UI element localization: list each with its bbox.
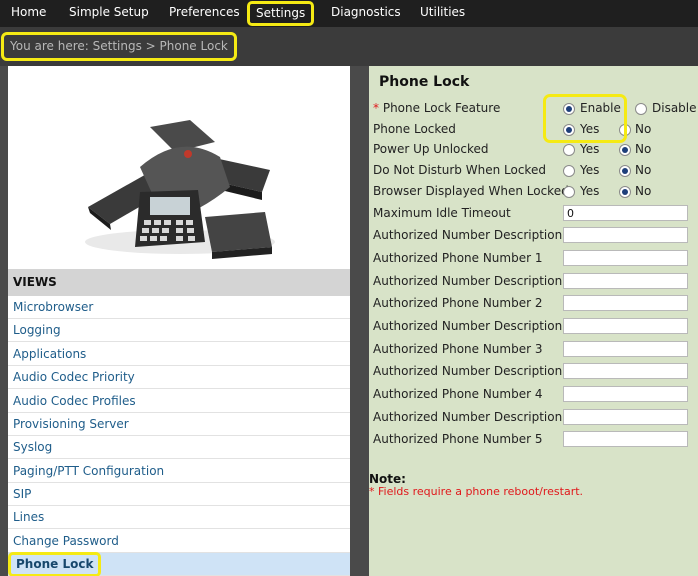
phone-locked-label: Phone Locked <box>373 122 456 136</box>
view-item-audio-codec-profiles[interactable]: Audio Codec Profiles <box>8 390 350 413</box>
power-up-unlocked-yes-label: Yes <box>580 142 600 156</box>
auth-phone-number-1-input[interactable] <box>563 250 688 266</box>
auth-phone-number-5-label: Authorized Phone Number 5 <box>373 432 543 446</box>
auth-number-description-4-input[interactable] <box>563 363 688 379</box>
view-item-syslog[interactable]: Syslog <box>8 436 350 459</box>
nav-utilities[interactable]: Utilities <box>420 5 465 19</box>
view-item-paging-ptt-configuration[interactable]: Paging/PTT Configuration <box>8 460 350 483</box>
browser-displayed-no-label: No <box>635 184 652 198</box>
dnd-when-locked-label: Do Not Disturb When Locked <box>373 163 546 177</box>
auth-phone-number-3-label: Authorized Phone Number 3 <box>373 342 543 356</box>
view-item-microbrowser[interactable]: Microbrowser <box>8 296 350 319</box>
auth-number-description-2-label: Authorized Number Description 2 <box>373 274 574 288</box>
dnd-when-locked-yes-label: Yes <box>580 163 600 177</box>
phone-lock-feature-disable-label: Disable <box>652 101 697 115</box>
power-up-unlocked-no-radio[interactable] <box>619 144 631 156</box>
power-up-unlocked-no-label: No <box>635 142 652 156</box>
view-item-sip[interactable]: SIP <box>8 483 350 506</box>
auth-number-description-1-label: Authorized Number Description 1 <box>373 228 574 242</box>
auth-phone-number-2-input[interactable] <box>563 295 688 311</box>
view-item-logging[interactable]: Logging <box>8 319 350 342</box>
nav-settings[interactable]: Settings <box>247 1 315 26</box>
phone-lock-form: Phone Lock * Phone Lock Feature Enable D… <box>369 66 698 576</box>
page-title: Phone Lock <box>379 74 470 90</box>
left-panel: VIEWS Microbrowser Logging Applications … <box>8 66 350 576</box>
view-item-provisioning-server[interactable]: Provisioning Server <box>8 413 350 436</box>
browser-displayed-no-radio[interactable] <box>619 186 631 198</box>
auth-number-description-5-input[interactable] <box>563 409 688 425</box>
power-up-unlocked-yes-radio[interactable] <box>563 144 575 156</box>
browser-displayed-yes-radio[interactable] <box>563 186 575 198</box>
browser-displayed-label: Browser Displayed When Locked <box>373 184 569 198</box>
nav-simple-setup[interactable]: Simple Setup <box>69 5 149 19</box>
power-up-unlocked-label: Power Up Unlocked <box>373 142 489 156</box>
nav-diagnostics[interactable]: Diagnostics <box>331 5 401 19</box>
dnd-when-locked-yes-radio[interactable] <box>563 165 575 177</box>
phone-lock-feature-label: * Phone Lock Feature <box>373 101 500 115</box>
dnd-when-locked-no-label: No <box>635 163 652 177</box>
note-heading: Note: <box>369 472 406 486</box>
auth-number-description-3-label: Authorized Number Description 3 <box>373 319 574 333</box>
phone-lock-feature-disable-radio[interactable] <box>635 103 647 115</box>
phone-lock-feature-text: Phone Lock Feature <box>382 101 501 115</box>
highlight-annotation <box>543 94 627 143</box>
auth-number-description-4-label: Authorized Number Description 4 <box>373 364 574 378</box>
auth-number-description-1-input[interactable] <box>563 227 688 243</box>
top-nav: Home Simple Setup Preferences Settings D… <box>0 0 698 27</box>
views-heading: VIEWS <box>8 269 350 296</box>
dnd-when-locked-no-radio[interactable] <box>619 165 631 177</box>
view-item-change-password[interactable]: Change Password <box>8 530 350 553</box>
auth-number-description-3-input[interactable] <box>563 318 688 334</box>
breadcrumb: You are here: Settings > Phone Lock <box>1 32 237 61</box>
view-item-lines[interactable]: Lines <box>8 506 350 529</box>
phone-locked-no-label: No <box>635 122 652 136</box>
nav-home[interactable]: Home <box>11 5 46 19</box>
breadcrumb-bar: You are here: Settings > Phone Lock <box>0 27 698 66</box>
view-item-audio-codec-priority[interactable]: Audio Codec Priority <box>8 366 350 389</box>
auth-phone-number-5-input[interactable] <box>563 431 688 447</box>
view-item-applications[interactable]: Applications <box>8 343 350 366</box>
note-text: * Fields require a phone reboot/restart. <box>369 485 584 498</box>
auth-phone-number-3-input[interactable] <box>563 341 688 357</box>
nav-preferences[interactable]: Preferences <box>169 5 240 19</box>
auth-phone-number-1-label: Authorized Phone Number 1 <box>373 251 543 265</box>
required-marker: * <box>373 101 379 115</box>
auth-phone-number-2-label: Authorized Phone Number 2 <box>373 296 543 310</box>
browser-displayed-yes-label: Yes <box>580 184 600 198</box>
view-item-phone-lock[interactable]: Phone Lock <box>8 552 350 576</box>
auth-number-description-2-input[interactable] <box>563 273 688 289</box>
view-item-phone-lock-label: Phone Lock <box>8 552 102 576</box>
auth-phone-number-4-label: Authorized Phone Number 4 <box>373 387 543 401</box>
auth-phone-number-4-input[interactable] <box>563 386 688 402</box>
conference-phone-image <box>85 120 275 259</box>
max-idle-timeout-input[interactable] <box>563 205 688 221</box>
auth-number-description-5-label: Authorized Number Description 5 <box>373 410 574 424</box>
max-idle-timeout-label: Maximum Idle Timeout <box>373 206 511 220</box>
